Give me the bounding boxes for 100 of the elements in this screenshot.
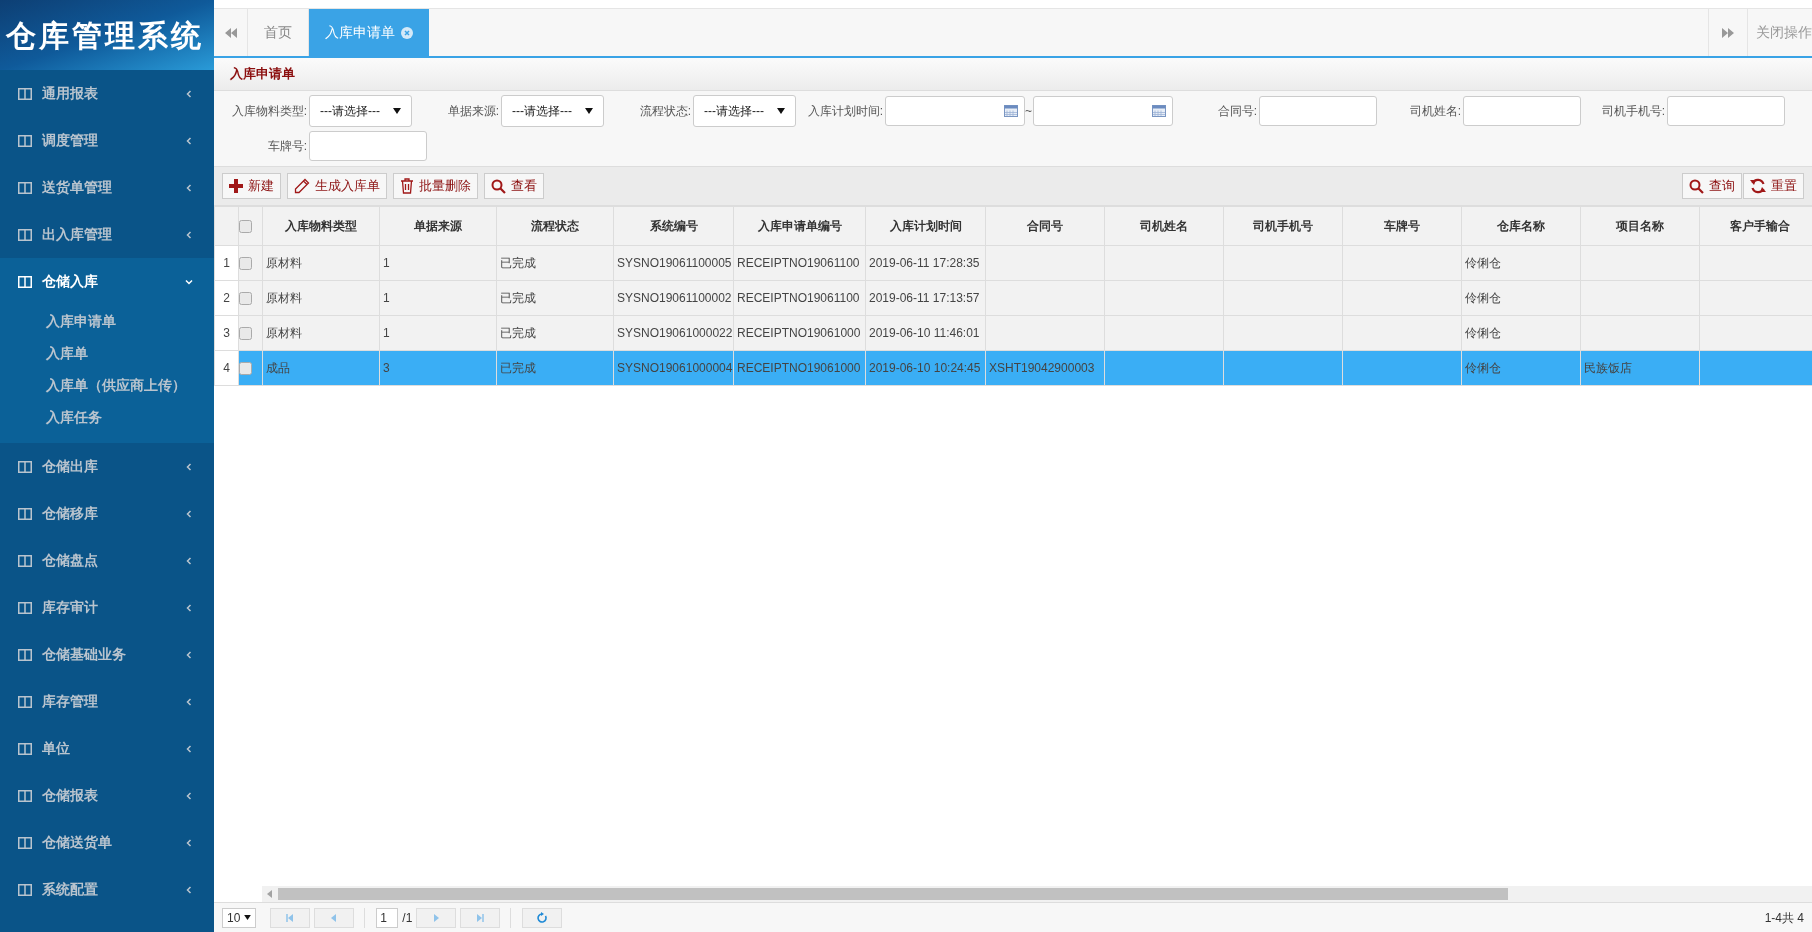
date-field[interactable] — [885, 96, 1025, 126]
table-cell: 原材料 — [266, 256, 302, 270]
sidebar-item[interactable]: 送货单管理 — [0, 164, 214, 211]
chevron-left-icon — [184, 229, 194, 240]
toolbar-button[interactable]: 查询 — [1682, 173, 1742, 199]
table-cell: SYSNO19061100002 — [617, 291, 732, 305]
toolbar-button[interactable]: 重置 — [1743, 173, 1804, 199]
date-field[interactable] — [1033, 96, 1173, 126]
checkbox[interactable] — [239, 219, 252, 233]
column-header[interactable]: 仓库名称 — [1461, 206, 1581, 246]
chevron-left-icon — [184, 649, 194, 660]
column-header[interactable]: 流程状态 — [496, 206, 614, 246]
sidebar-item[interactable]: 调度管理 — [0, 117, 214, 164]
column-header[interactable]: 合同号 — [985, 206, 1105, 246]
dropdown-arrow-icon — [777, 108, 785, 114]
double-right-arrow-icon — [1721, 26, 1735, 39]
table-cell: 已完成 — [500, 361, 536, 375]
filter-label: 单据来源: — [446, 103, 500, 120]
panel-title: 入库申请单 — [230, 65, 295, 84]
toolbar-button[interactable]: 新建 — [222, 173, 281, 199]
checkbox[interactable] — [239, 326, 252, 340]
table-row[interactable]: 4 成品 3 已完成 SYSNO19061000004 RECEIPTNO19061000 2019-06-10 10:24:45 XSHT19042900003 伶俐仓 民族饭店 — [214, 350, 1812, 386]
toolbar-button[interactable]: 生成入库单 — [287, 173, 387, 199]
panel-icon — [18, 507, 32, 520]
sidebar-item[interactable]: 库存审计 — [0, 584, 214, 631]
column-header[interactable]: 入库物料类型 — [262, 206, 380, 246]
select-field[interactable]: ---请选择--- — [693, 95, 796, 127]
select-field[interactable]: ---请选择--- — [501, 95, 604, 127]
dropdown-arrow-icon — [585, 108, 593, 114]
trash-icon — [400, 178, 414, 194]
sidebar-item[interactable]: 仓储基础业务 — [0, 631, 214, 678]
toolbar-button[interactable]: 批量删除 — [393, 173, 478, 199]
sidebar-item[interactable]: 出入库管理 — [0, 211, 214, 258]
sidebar-item[interactable]: 通用报表 — [0, 70, 214, 117]
panel-icon — [18, 836, 32, 849]
column-header[interactable]: 客户手输合 — [1699, 206, 1812, 246]
dropdown-arrow-icon — [244, 915, 252, 920]
column-header[interactable]: 入库申请单编号 — [733, 206, 866, 246]
table-cell: 伶俐仓 — [1465, 361, 1501, 375]
column-header[interactable]: 单据来源 — [379, 206, 497, 246]
submenu-item[interactable]: 入库任务 — [0, 401, 214, 433]
table-row[interactable]: 2 原材料 1 已完成 SYSNO19061100002 RECEIPTNO19061100 2019-06-11 17:13:57 伶俐仓 — [214, 280, 1812, 316]
submenu-item[interactable]: 入库单 — [0, 337, 214, 369]
table-cell: 伶俐仓 — [1465, 326, 1501, 340]
sidebar-item[interactable]: 单位 — [0, 725, 214, 772]
column-header[interactable]: 系统编号 — [613, 206, 734, 246]
range-separator: ~ — [1025, 103, 1033, 120]
sidebar-item[interactable]: 仓储报表 — [0, 772, 214, 819]
table-cell: SYSNO19061100005 — [617, 256, 732, 270]
input-field[interactable] — [309, 131, 427, 161]
checkbox[interactable] — [239, 291, 252, 305]
filter-label: 车牌号: — [266, 138, 308, 155]
panel-icon — [18, 883, 32, 896]
sidebar-item[interactable]: 仓储出库 — [0, 443, 214, 490]
sidebar-item[interactable]: 仓储移库 — [0, 490, 214, 537]
next-page-button[interactable] — [416, 907, 457, 928]
chevron-left-icon — [184, 790, 194, 801]
chevron-left-icon — [184, 182, 194, 193]
column-header[interactable]: 入库计划时间 — [865, 206, 986, 246]
refresh-icon — [1750, 178, 1766, 194]
table-cell: SYSNO19061000004 — [617, 361, 733, 375]
sidebar-item[interactable]: 仓储入库 — [0, 258, 214, 305]
toolbar-button[interactable]: 查看 — [484, 173, 544, 199]
input-field[interactable] — [1259, 96, 1377, 126]
refresh-button[interactable] — [522, 907, 563, 928]
page-input[interactable]: 1 — [376, 907, 399, 928]
table-row[interactable]: 3 原材料 1 已完成 SYSNO19061000022 RECEIPTNO19061000 2019-06-10 11:46:01 伶俐仓 — [214, 315, 1812, 351]
column-header[interactable]: 司机手机号 — [1223, 206, 1343, 246]
close-icon[interactable] — [401, 26, 413, 39]
previous-page-button[interactable] — [314, 907, 355, 928]
page-size-select[interactable]: 10 — [222, 907, 257, 928]
select-field[interactable]: ---请选择--- — [309, 95, 412, 127]
checkbox[interactable] — [239, 361, 252, 375]
page-total: /1 — [402, 909, 413, 927]
input-field[interactable] — [1667, 96, 1785, 126]
checkbox[interactable] — [239, 256, 252, 270]
sidebar-item[interactable]: 系统配置 — [0, 866, 214, 913]
sidebar-item[interactable]: 仓储送货单 — [0, 819, 214, 866]
panel-icon — [18, 228, 32, 241]
column-header[interactable]: 项目名称 — [1580, 206, 1700, 246]
submenu-item[interactable]: 入库单（供应商上传） — [0, 369, 214, 401]
panel-icon — [18, 601, 32, 614]
input-field[interactable] — [1463, 96, 1581, 126]
column-header[interactable]: 司机姓名 — [1104, 206, 1224, 246]
sidebar-item[interactable]: 仓储盘点 — [0, 537, 214, 584]
double-left-arrow-icon — [223, 26, 238, 39]
horizontal-scrollbar[interactable] — [262, 886, 1812, 902]
column-header[interactable]: 车牌号 — [1342, 206, 1462, 246]
plus-icon — [229, 179, 243, 193]
filter-label: 司机手机号: — [1600, 103, 1666, 120]
table-cell: 1 — [383, 326, 390, 340]
sidebar-item[interactable]: 库存管理 — [0, 678, 214, 725]
chevron-left-icon — [184, 602, 194, 613]
last-page-button[interactable] — [460, 907, 501, 928]
submenu-item[interactable]: 入库申请单 — [0, 305, 214, 337]
first-page-button[interactable] — [270, 907, 311, 928]
scroll-right-button[interactable] — [1708, 9, 1748, 56]
panel-icon — [18, 181, 32, 194]
table-row[interactable]: 1 原材料 1 已完成 SYSNO19061100005 RECEIPTNO19061100 2019-06-11 17:28:35 伶俐仓 — [214, 245, 1812, 281]
filter-label: 流程状态: — [638, 103, 692, 120]
